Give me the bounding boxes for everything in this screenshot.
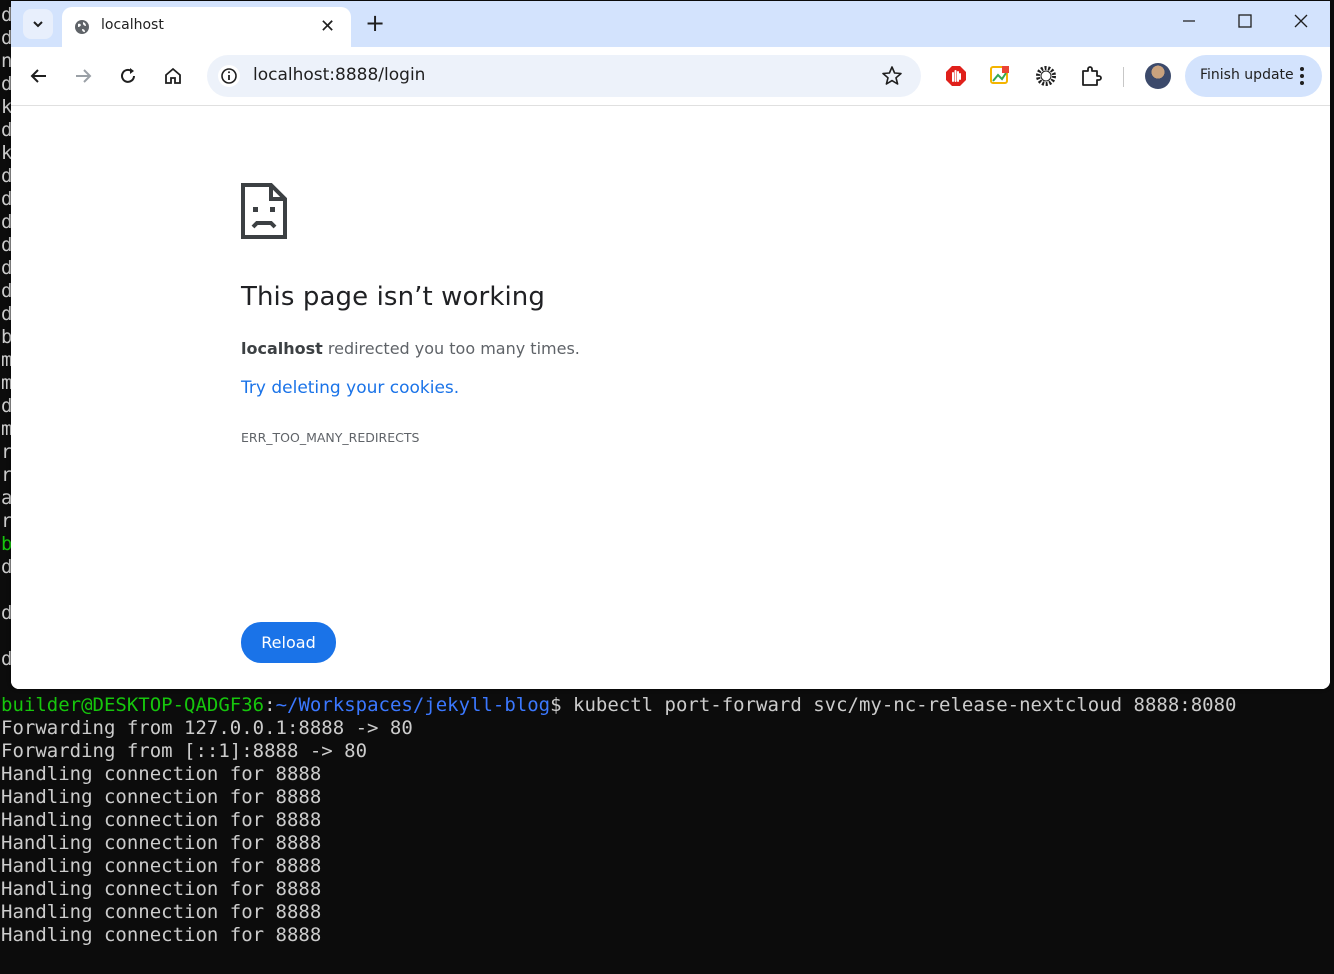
home-button[interactable] — [161, 64, 185, 88]
avatar[interactable] — [1145, 63, 1171, 89]
prompt-command: kubectl port-forward svc/my-nc-release-n… — [573, 694, 1237, 716]
terminal-output: builder@DESKTOP-QADGF36:~/Workspaces/jek… — [1, 694, 1236, 947]
page-title: This page isn’t working — [241, 282, 545, 312]
terminal-output-lines: Forwarding from 127.0.0.1:8888 -> 80 Forw… — [1, 717, 1236, 947]
reload-button[interactable]: Reload — [241, 622, 336, 663]
prompt-symbol: $ — [550, 694, 573, 716]
prompt-separator: : — [264, 694, 276, 716]
globe-icon — [75, 20, 89, 34]
terminal-line: Handling connection for 8888 — [1, 832, 322, 854]
terminal-line: Handling connection for 8888 — [1, 855, 322, 877]
delete-cookies-link[interactable]: Try deleting your cookies. — [241, 378, 459, 398]
tab-search-button[interactable] — [23, 9, 53, 39]
error-message: redirected you too many times. — [322, 339, 580, 358]
error-description: localhost redirected you too many times. — [241, 339, 580, 358]
sun-extension-icon[interactable] — [1034, 64, 1058, 88]
star-icon[interactable] — [881, 65, 903, 87]
terminal-line: Handling connection for 8888 — [1, 901, 322, 923]
puzzle-icon[interactable] — [1079, 64, 1103, 88]
error-code: ERR_TOO_MANY_REDIRECTS — [241, 430, 420, 445]
terminal-line: Handling connection for 8888 — [1, 809, 322, 831]
arrow-left-icon — [30, 69, 46, 83]
sad-page-icon — [241, 183, 287, 239]
back-button[interactable] — [27, 64, 51, 88]
image-extension-icon[interactable] — [989, 64, 1011, 86]
home-icon — [165, 67, 181, 84]
reload-toolbar-button[interactable] — [116, 64, 140, 88]
terminal-line: Handling connection for 8888 — [1, 763, 322, 785]
terminal-line: Forwarding from 127.0.0.1:8888 -> 80 — [1, 717, 413, 739]
toolbar-divider — [1123, 67, 1124, 87]
finish-update-label: Finish update — [1200, 67, 1294, 83]
error-host: localhost — [241, 339, 323, 358]
refresh-icon — [121, 68, 135, 83]
url-text[interactable]: localhost:8888/login — [253, 65, 425, 85]
window-close-icon[interactable] — [1291, 11, 1311, 31]
address-bar[interactable]: localhost:8888/login — [207, 55, 921, 97]
new-tab-button[interactable]: + — [365, 11, 385, 35]
forward-button[interactable] — [71, 64, 95, 88]
prompt-user: builder@DESKTOP-QADGF36 — [1, 694, 265, 716]
error-page: This page isn’t working localhost redire… — [11, 106, 1330, 689]
terminal-line: Handling connection for 8888 — [1, 924, 322, 946]
finish-update-button[interactable]: Finish update — [1185, 55, 1322, 97]
browser-window: localhost ✕ + localhost:8888/login Finis… — [11, 1, 1330, 689]
adblock-extension-icon[interactable] — [944, 64, 968, 88]
kebab-menu-icon — [1300, 67, 1304, 85]
tab-localhost[interactable]: localhost ✕ — [62, 7, 351, 47]
arrow-right-icon — [76, 69, 92, 83]
terminal-line: Handling connection for 8888 — [1, 878, 322, 900]
browser-toolbar: localhost:8888/login Finish update — [11, 47, 1330, 106]
tab-bar: localhost ✕ + — [11, 1, 1330, 47]
chevron-down-icon — [33, 21, 43, 28]
close-icon[interactable]: ✕ — [320, 17, 335, 37]
prompt-path: ~/Workspaces/jekyll-blog — [275, 694, 551, 716]
terminal-prompt-line: builder@DESKTOP-QADGF36:~/Workspaces/jek… — [1, 694, 1236, 717]
tab-title: localhost — [101, 17, 164, 33]
terminal-line: Forwarding from [::1]:8888 -> 80 — [1, 740, 368, 762]
terminal-line: Handling connection for 8888 — [1, 786, 322, 808]
minimize-icon[interactable] — [1179, 11, 1199, 31]
maximize-icon[interactable] — [1235, 11, 1255, 31]
info-icon[interactable] — [217, 64, 241, 88]
